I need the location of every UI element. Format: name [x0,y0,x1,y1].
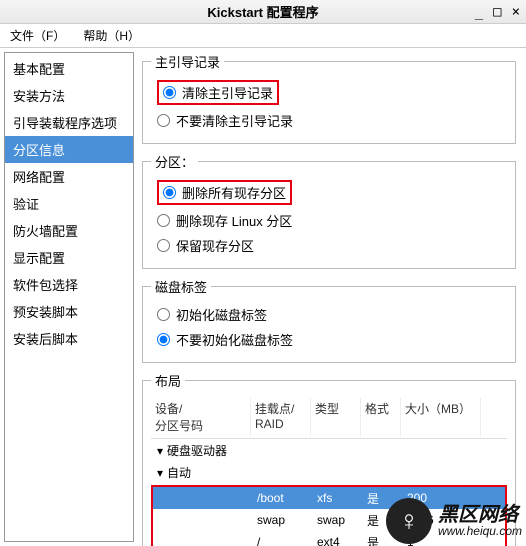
menu-file[interactable]: 文件（F） [6,25,69,46]
mbr-keep-radio[interactable] [157,114,170,127]
col-size[interactable]: 大小（MB） [401,398,481,436]
mbr-group: 主引导记录 清除主引导记录 不要清除主引导记录 [142,52,516,144]
close-icon[interactable]: × [512,4,520,20]
menubar: 文件（F） 帮助（H） [0,24,526,48]
menu-help[interactable]: 帮助（H） [79,25,144,46]
cell-mount: / [253,533,313,546]
sidebar: 基本配置 安装方法 引导装载程序选项 分区信息 网络配置 验证 防火墙配置 显示… [4,52,134,542]
col-device[interactable]: 设备/ 分区号码 [151,398,251,436]
cell-type: ext4 [313,533,363,546]
disklabel-legend: 磁盘标签 [151,277,211,296]
cell-size: 4096 [403,511,483,529]
expander-icon[interactable]: ▾ [155,444,165,458]
titlebar: Kickstart 配置程序 _ □ × [0,0,526,24]
sidebar-item-display[interactable]: 显示配置 [5,244,133,271]
layout-group: 布局 设备/ 分区号码 挂载点/ RAID 类型 格式 大小（MB） ▾硬盘驱动… [142,371,516,546]
sidebar-item-prescript[interactable]: 预安装脚本 [5,298,133,325]
maximize-icon[interactable]: □ [493,4,501,20]
table-row[interactable]: / ext4 是 1 [153,531,505,546]
col-type[interactable]: 类型 [311,398,361,436]
mbr-keep-label: 不要清除主引导记录 [176,111,293,130]
cell-mount: /boot [253,489,313,507]
partition-legend: 分区： [151,152,198,171]
partition-group: 分区： 删除所有现存分区 删除现存 Linux 分区 保留现存分区 [142,152,516,269]
mbr-clear-label: 清除主引导记录 [182,83,273,102]
minimize-icon[interactable]: _ [475,4,483,20]
col-mount[interactable]: 挂载点/ RAID [251,398,311,436]
table-row[interactable]: swap swap 是 4096 [153,509,505,531]
tree-auto-label: 自动 [167,466,191,480]
expander-icon[interactable]: ▾ [155,466,165,480]
mbr-clear-radio[interactable] [163,86,176,99]
sidebar-item-bootloader[interactable]: 引导装载程序选项 [5,109,133,136]
content-area: 主引导记录 清除主引导记录 不要清除主引导记录 分区： 删除所有现存分区 [138,48,526,546]
window-title: Kickstart 配置程序 [207,2,318,21]
mbr-legend: 主引导记录 [151,52,224,71]
sidebar-item-firewall[interactable]: 防火墙配置 [5,217,133,244]
cell-size: 1 [403,533,483,546]
sidebar-item-basic[interactable]: 基本配置 [5,55,133,82]
cell-mount: swap [253,511,313,529]
partition-keep-radio[interactable] [157,239,170,252]
mbr-clear-highlight: 清除主引导记录 [157,80,279,105]
sidebar-item-install[interactable]: 安装方法 [5,82,133,109]
partition-removeall-highlight: 删除所有现存分区 [157,180,292,205]
col-format[interactable]: 格式 [361,398,401,436]
window-controls: _ □ × [475,0,520,24]
partition-keep-label: 保留现存分区 [176,236,254,255]
cell-size: 200 [403,489,483,507]
tree-root-label: 硬盘驱动器 [167,444,227,458]
layout-rows-highlight: /boot xfs 是 200 swap swap 是 4096 / [151,485,507,546]
sidebar-item-partition[interactable]: 分区信息 [5,136,133,163]
cell-type: swap [313,511,363,529]
cell-format: 是 [363,488,403,509]
layout-tree: ▾硬盘驱动器 ▾自动 /boot xfs 是 200 swap [151,439,507,546]
sidebar-item-network[interactable]: 网络配置 [5,163,133,190]
partition-removelinux-radio[interactable] [157,214,170,227]
table-row[interactable]: /boot xfs 是 200 [153,487,505,509]
disklabel-noinit-radio[interactable] [157,333,170,346]
cell-format: 是 [363,532,403,546]
disklabel-init-radio[interactable] [157,308,170,321]
disklabel-noinit-label: 不要初始化磁盘标签 [176,330,293,349]
sidebar-item-packages[interactable]: 软件包选择 [5,271,133,298]
tree-row-root[interactable]: ▾硬盘驱动器 [151,439,507,461]
layout-legend: 布局 [151,371,185,390]
layout-table-header: 设备/ 分区号码 挂载点/ RAID 类型 格式 大小（MB） [151,396,507,439]
partition-removelinux-label: 删除现存 Linux 分区 [176,211,292,230]
sidebar-item-auth[interactable]: 验证 [5,190,133,217]
disklabel-init-label: 初始化磁盘标签 [176,305,267,324]
cell-format: 是 [363,510,403,531]
tree-row-auto[interactable]: ▾自动 [151,461,507,483]
cell-type: xfs [313,489,363,507]
partition-removeall-label: 删除所有现存分区 [182,183,286,202]
disklabel-group: 磁盘标签 初始化磁盘标签 不要初始化磁盘标签 [142,277,516,363]
partition-removeall-radio[interactable] [163,186,176,199]
sidebar-item-postscript[interactable]: 安装后脚本 [5,325,133,352]
